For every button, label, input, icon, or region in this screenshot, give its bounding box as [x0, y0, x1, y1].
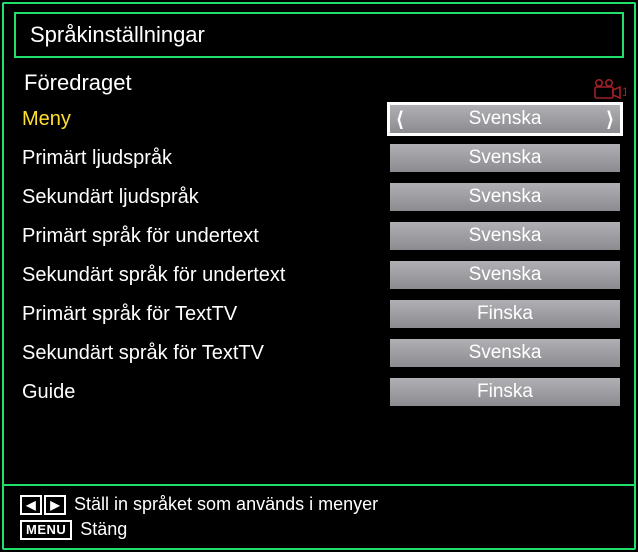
settings-panel: Språkinställningar Föredraget 1 Meny Sve…	[2, 2, 636, 550]
footer-hint-menu: MENU Stäng	[20, 519, 618, 540]
row-secondary-audio[interactable]: Sekundärt ljudspråk Svenska	[22, 182, 620, 212]
footer: ◀ ▶ Ställ in språket som används i menye…	[14, 492, 624, 542]
row-label: Primärt språk för undertext	[22, 225, 390, 248]
value-text: Svenska	[390, 225, 620, 247]
value-selector[interactable]: Svenska	[390, 144, 620, 172]
section-subtitle: Föredraget	[14, 64, 624, 104]
footer-arrows-text: Ställ in språket som används i menyer	[74, 494, 378, 515]
value-text: Svenska	[390, 186, 620, 208]
row-primary-teletext[interactable]: Primärt språk för TextTV Finska	[22, 299, 620, 329]
divider	[4, 484, 634, 486]
arrow-keys-icon: ◀ ▶	[20, 495, 66, 515]
svg-text:1: 1	[622, 85, 626, 99]
value-selector[interactable]: Svenska	[390, 105, 620, 133]
value-text: Finska	[390, 303, 620, 325]
row-label: Sekundärt ljudspråk	[22, 186, 390, 209]
value-text: Svenska	[390, 342, 620, 364]
row-primary-subtitle[interactable]: Primärt språk för undertext Svenska	[22, 221, 620, 251]
row-label: Sekundärt språk för TextTV	[22, 342, 390, 365]
panel-title: Språkinställningar	[30, 22, 205, 47]
value-text: Svenska	[410, 108, 600, 130]
value-text: Svenska	[390, 147, 620, 169]
value-text: Svenska	[390, 264, 620, 286]
menu-key-icon: MENU	[20, 520, 72, 540]
title-box: Språkinställningar	[14, 12, 624, 58]
row-primary-audio[interactable]: Primärt ljudspråk Svenska	[22, 143, 620, 173]
triangle-left-icon: ◀	[20, 495, 42, 515]
row-label: Meny	[22, 108, 390, 131]
row-secondary-subtitle[interactable]: Sekundärt språk för undertext Svenska	[22, 260, 620, 290]
chevron-left-icon[interactable]	[390, 105, 410, 133]
value-selector[interactable]: Svenska	[390, 183, 620, 211]
chevron-right-icon[interactable]	[600, 105, 620, 133]
camera-icon: 1	[592, 78, 626, 106]
spacer	[22, 416, 620, 478]
triangle-right-icon: ▶	[44, 495, 66, 515]
footer-hint-arrows: ◀ ▶ Ställ in språket som används i menye…	[20, 494, 618, 515]
value-text: Finska	[390, 381, 620, 403]
row-label: Guide	[22, 381, 390, 404]
row-guide[interactable]: Guide Finska	[22, 377, 620, 407]
row-label: Sekundärt språk för undertext	[22, 264, 390, 287]
value-selector[interactable]: Finska	[390, 378, 620, 406]
row-menu[interactable]: Meny Svenska	[22, 104, 620, 134]
row-label: Primärt språk för TextTV	[22, 303, 390, 326]
footer-menu-text: Stäng	[80, 519, 127, 540]
row-secondary-teletext[interactable]: Sekundärt språk för TextTV Svenska	[22, 338, 620, 368]
settings-rows: Meny Svenska Primärt ljudspråk Svenska S…	[14, 104, 624, 478]
value-selector[interactable]: Svenska	[390, 222, 620, 250]
value-selector[interactable]: Svenska	[390, 261, 620, 289]
value-selector[interactable]: Finska	[390, 300, 620, 328]
row-label: Primärt ljudspråk	[22, 147, 390, 170]
value-selector[interactable]: Svenska	[390, 339, 620, 367]
